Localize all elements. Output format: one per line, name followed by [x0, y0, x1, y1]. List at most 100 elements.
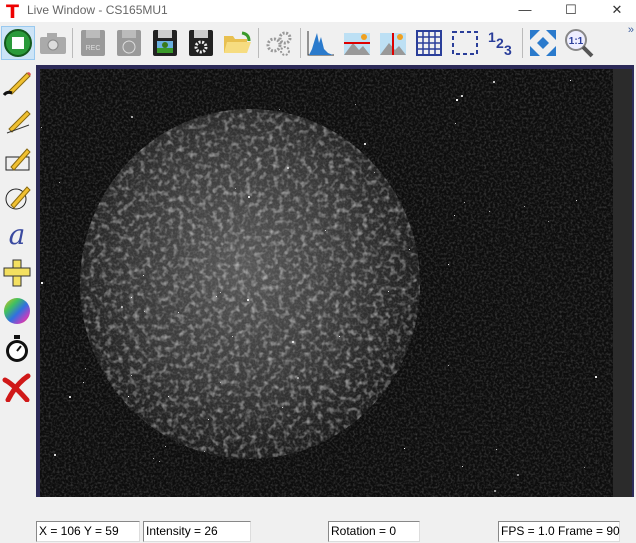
hot-pixel: [208, 419, 209, 420]
magnifier-1-1-icon: 1:1: [565, 29, 594, 58]
svg-text:REC: REC: [86, 45, 101, 52]
svg-text:1:1: 1:1: [569, 36, 584, 47]
hot-pixel: [131, 375, 132, 376]
hot-pixel: [128, 396, 129, 397]
svg-text:3: 3: [504, 42, 512, 58]
hot-pixel: [41, 282, 43, 284]
gears-icon: [266, 31, 292, 56]
rectangle-tool[interactable]: [2, 142, 32, 176]
close-button[interactable]: ✕: [594, 0, 636, 22]
hot-pixel: [448, 365, 449, 366]
ellipse-tool[interactable]: [2, 180, 32, 214]
hot-pixel: [355, 104, 356, 105]
hot-pixel: [178, 312, 179, 313]
rotation-readout: Rotation = 0: [328, 521, 420, 542]
hot-pixel: [595, 376, 597, 378]
numbers-button[interactable]: 123: [484, 26, 518, 60]
hot-pixel: [143, 275, 144, 276]
hot-pixel: [85, 368, 86, 369]
grid-button[interactable]: [412, 26, 446, 60]
delete-tool[interactable]: [2, 370, 32, 404]
line-profile-horizontal-icon: [344, 33, 370, 55]
hot-pixel: [404, 448, 405, 449]
stop-icon: [4, 29, 32, 57]
vertical-profile-button[interactable]: [376, 26, 410, 60]
hot-pixel: [339, 336, 340, 337]
record-button[interactable]: REC: [76, 26, 110, 60]
zoom-1-1-button[interactable]: 1:1: [562, 26, 596, 60]
hot-pixel: [297, 377, 299, 379]
hot-pixel: [247, 299, 249, 301]
stopwatch-tool[interactable]: [2, 332, 32, 366]
folder-open-icon: [224, 31, 251, 53]
svg-text:a: a: [9, 220, 26, 250]
camera-settings-button[interactable]: [262, 26, 296, 60]
save-image-button[interactable]: [148, 26, 182, 60]
stop-live-button[interactable]: [1, 26, 35, 60]
hot-pixel: [168, 396, 169, 397]
floppy-clock-icon: [117, 30, 141, 56]
intensity-readout: Intensity = 26: [143, 521, 251, 542]
pencil-ellipse-icon: [5, 186, 31, 210]
hot-pixel: [464, 202, 465, 203]
stopwatch-icon: [6, 335, 28, 362]
toolbar-overflow-button[interactable]: »: [628, 24, 634, 36]
hot-pixel: [494, 490, 496, 492]
hot-pixel: [576, 200, 577, 201]
open-file-button[interactable]: [220, 26, 254, 60]
camera-icon: [40, 33, 66, 54]
line-tool[interactable]: [2, 104, 32, 138]
svg-text:1: 1: [488, 29, 496, 45]
color-wheel-icon: [4, 298, 30, 324]
color-tool[interactable]: [2, 294, 32, 328]
hot-pixel: [165, 446, 166, 447]
live-camera-image[interactable]: [40, 69, 613, 497]
histogram-button[interactable]: [304, 26, 338, 60]
minimize-button[interactable]: —: [502, 0, 548, 22]
hot-pixel: [496, 449, 497, 450]
hot-pixel: [454, 215, 455, 216]
snapshot-button[interactable]: [36, 26, 70, 60]
hot-pixel: [287, 167, 289, 169]
roi-button[interactable]: [448, 26, 482, 60]
hot-pixel: [54, 454, 56, 456]
hot-pixel: [131, 116, 133, 118]
hot-pixel: [41, 127, 42, 128]
image-margin-strip: [613, 69, 632, 497]
hot-pixel: [83, 382, 84, 383]
freehand-tool[interactable]: [2, 66, 32, 100]
hot-pixel: [325, 230, 326, 231]
maximize-button[interactable]: ☐: [548, 0, 594, 22]
hot-pixel: [153, 458, 154, 459]
hot-pixel: [279, 109, 280, 110]
window-title: Live Window - CS165MU1: [27, 3, 168, 17]
image-viewport-frame: [36, 65, 634, 497]
speckle-texture: [41, 80, 597, 492]
pencil-rectangle-icon: [5, 148, 31, 171]
hot-pixel: [292, 341, 294, 343]
horizontal-profile-button[interactable]: [340, 26, 374, 60]
save-settings-button[interactable]: [184, 26, 218, 60]
histogram-icon: [307, 31, 334, 56]
hot-pixel: [388, 291, 389, 292]
text-tool[interactable]: a: [2, 218, 32, 252]
red-x-icon: [2, 373, 31, 402]
hot-pixel: [462, 466, 463, 467]
hot-pixel: [121, 306, 123, 308]
title-bar: T Live Window - CS165MU1 — ☐ ✕: [0, 0, 636, 23]
hot-pixel: [461, 95, 463, 97]
hot-pixel: [216, 296, 217, 297]
text-a-icon: a: [9, 220, 26, 250]
hot-pixel: [364, 143, 366, 145]
hot-pixel: [232, 336, 233, 337]
fit-to-window-button[interactable]: [526, 26, 560, 60]
pencil-line-icon: [6, 110, 31, 134]
hot-pixel: [220, 382, 221, 383]
hot-pixel: [455, 123, 456, 124]
ruler-tool[interactable]: [2, 256, 32, 290]
hot-pixel: [220, 292, 221, 293]
hot-pixel: [524, 206, 525, 207]
timed-capture-button[interactable]: [112, 26, 146, 60]
app-logo: T: [6, 1, 19, 23]
hot-pixel: [584, 467, 585, 468]
